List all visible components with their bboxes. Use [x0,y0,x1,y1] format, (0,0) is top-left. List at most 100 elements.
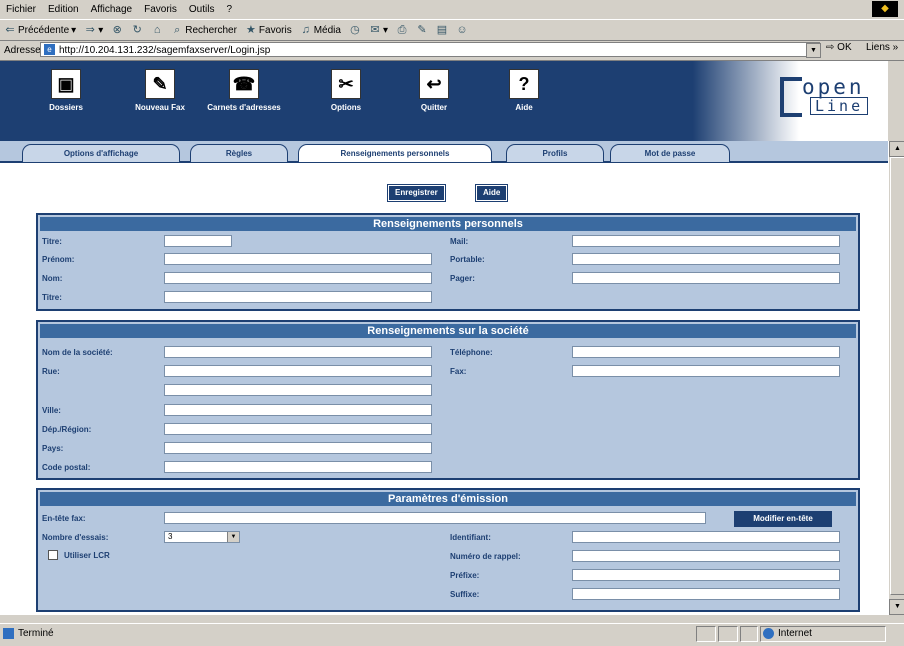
tab-display-options[interactable]: Options d'affichage [22,144,180,162]
lastname-input[interactable] [164,272,432,284]
nav-folders[interactable]: ▣ Dossiers [26,69,106,112]
country-input[interactable] [164,442,432,454]
globe-icon [763,628,774,639]
identifier-input[interactable] [572,531,840,543]
favorites-label: Favoris [258,24,292,36]
firstname-input[interactable] [164,253,432,265]
exit-icon: ↩ [419,69,449,99]
nav-quit[interactable]: ↩ Quitter [394,69,474,112]
go-button[interactable]: ⇨ OK [826,42,852,53]
refresh-button[interactable]: ↻ [127,24,147,36]
modify-header-button[interactable]: Modifier en-tête [734,511,832,527]
street-input[interactable] [164,365,432,377]
pager-input[interactable] [572,272,840,284]
forward-button[interactable]: ⇒ ▾ [80,24,107,36]
favorites-button[interactable]: ★ Favoris [241,24,296,36]
back-button[interactable]: ⇐ Précédente ▾ [0,24,80,36]
tab-personal-info[interactable]: Renseignements personnels [298,144,492,162]
menu-help[interactable]: ? [220,4,238,15]
mobile-input[interactable] [572,253,840,265]
menu-favorites[interactable]: Favoris [138,4,183,15]
scroll-down-icon[interactable]: ▼ [889,599,904,615]
company-name-input[interactable] [164,346,432,358]
address-input[interactable]: e http://10.204.131.232/sagemfaxserver/L… [40,42,820,57]
messenger-icon: ☺ [456,24,468,36]
scroll-thumb[interactable] [890,157,904,595]
mobile-label: Portable: [450,255,485,264]
nav-new-fax-label: Nouveau Fax [135,103,185,112]
postal-code-label: Code postal: [42,463,91,472]
nav-address-books[interactable]: ☎ Carnets d'adresses [204,69,284,112]
app-header: ▣ Dossiers ✎ Nouveau Fax ☎ Carnets d'adr… [0,61,888,141]
links-button[interactable]: Liens » [866,42,898,53]
country-label: Pays: [42,444,64,453]
home-icon: ⌂ [153,24,161,36]
firstname-label: Prénom: [42,255,75,264]
history-icon: ◷ [350,24,360,36]
status-cell [740,626,758,642]
city-input[interactable] [164,404,432,416]
fax-input[interactable] [572,365,840,377]
save-button[interactable]: Enregistrer [387,184,446,202]
use-lcr-label: Utiliser LCR [64,551,110,560]
mail-button[interactable]: ✉ ▾ [365,24,392,36]
identifier-label: Identifiant: [450,533,491,542]
media-button[interactable]: ♫ Média [296,24,345,36]
use-lcr-checkbox[interactable] [48,550,58,560]
attempts-label: Nombre d'essais: [42,533,109,542]
vertical-scrollbar[interactable]: ▲ ▼ [888,141,904,615]
nav-quit-label: Quitter [420,103,448,112]
tab-rules[interactable]: Règles [190,144,288,162]
fax-header-input[interactable] [164,512,706,524]
menu-view[interactable]: Affichage [85,4,139,15]
suffix-input[interactable] [572,588,840,600]
nav-options[interactable]: ✂ Options [306,69,386,112]
nav-help[interactable]: ? Aide [484,69,564,112]
wrench-icon: ✂ [331,69,361,99]
address-dropdown-icon[interactable]: ▼ [806,43,821,58]
suffix-label: Suffixe: [450,590,480,599]
nav-new-fax[interactable]: ✎ Nouveau Fax [120,69,200,112]
media-icon: ♫ [301,24,310,36]
edit-button[interactable]: ✎ [412,24,432,36]
street2-input[interactable] [164,384,432,396]
attempts-value: 3 [168,532,173,541]
links-label: Liens [866,42,890,53]
stop-button[interactable]: ⊗ [107,24,127,36]
menu-file[interactable]: Fichier [0,4,42,15]
history-button[interactable]: ◷ [345,24,365,36]
windows-logo-icon: ◆ [872,1,898,17]
home-button[interactable]: ⌂ [147,24,167,36]
address-url: http://10.204.131.232/sagemfaxserver/Log… [59,45,271,56]
postal-code-input[interactable] [164,461,432,473]
nav-help-label: Aide [515,103,533,112]
openline-logo: open Line [780,75,884,123]
chevron-down-icon: ▼ [227,532,239,542]
browser-toolbar: ⇐ Précédente ▾ ⇒ ▾ ⊗ ↻ ⌂ ⌕ Rechercher ★ Fav… [0,19,904,41]
prefix-input[interactable] [572,569,840,581]
street-label: Rue: [42,367,60,376]
messenger-button[interactable]: ☺ [452,24,472,36]
tab-password[interactable]: Mot de passe [610,144,730,162]
status-cell [696,626,716,642]
job-title-input[interactable] [164,291,432,303]
discuss-button[interactable]: ▤ [432,24,452,36]
callback-number-input[interactable] [572,550,840,562]
phone-input[interactable] [572,346,840,358]
menu-edit[interactable]: Edition [42,4,85,15]
help-button[interactable]: Aide [474,184,509,202]
mail-input[interactable] [572,235,840,247]
menu-tools[interactable]: Outils [183,4,221,15]
title-input[interactable] [164,235,232,247]
scroll-up-icon[interactable]: ▲ [889,141,904,157]
search-button[interactable]: ⌕ Rechercher [167,24,241,36]
attempts-select[interactable]: 3 ▼ [164,531,240,543]
print-button[interactable]: ⎙ [392,24,412,36]
print-icon: ⎙ [397,24,407,36]
favorites-icon: ★ [245,24,256,36]
edit-icon: ✎ [417,24,427,36]
sending-params-panel: Paramètres d'émission En-tête fax: Modif… [36,488,860,612]
tab-profiles[interactable]: Profils [506,144,604,162]
phone-label: Téléphone: [450,348,493,357]
region-input[interactable] [164,423,432,435]
